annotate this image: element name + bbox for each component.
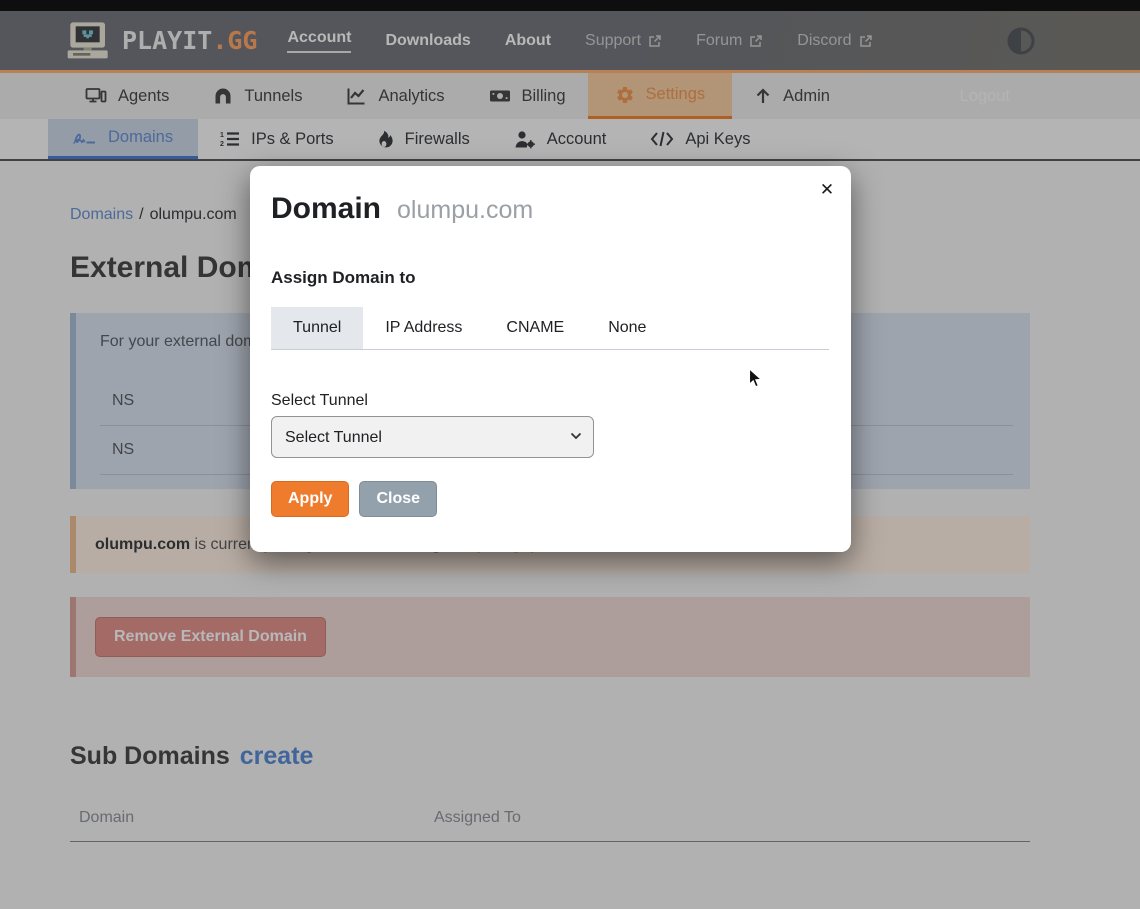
close-icon[interactable]: ✕ — [813, 176, 841, 204]
assign-tabs: Tunnel IP Address CNAME None — [271, 307, 829, 350]
tab-tunnel[interactable]: Tunnel — [271, 307, 363, 349]
apply-button[interactable]: Apply — [271, 481, 349, 517]
tab-cname[interactable]: CNAME — [484, 307, 586, 349]
close-button[interactable]: Close — [359, 481, 437, 517]
assign-domain-heading: Assign Domain to — [271, 268, 829, 288]
tunnel-select[interactable]: Select Tunnel — [271, 416, 594, 458]
modal-subtitle: olumpu.com — [397, 196, 533, 225]
tab-none[interactable]: None — [586, 307, 668, 349]
domain-modal: ✕ Domain olumpu.com Assign Domain to Tun… — [250, 166, 851, 552]
select-tunnel-label: Select Tunnel — [271, 392, 829, 410]
modal-title: Domain — [271, 192, 381, 226]
tab-ip-address[interactable]: IP Address — [363, 307, 484, 349]
